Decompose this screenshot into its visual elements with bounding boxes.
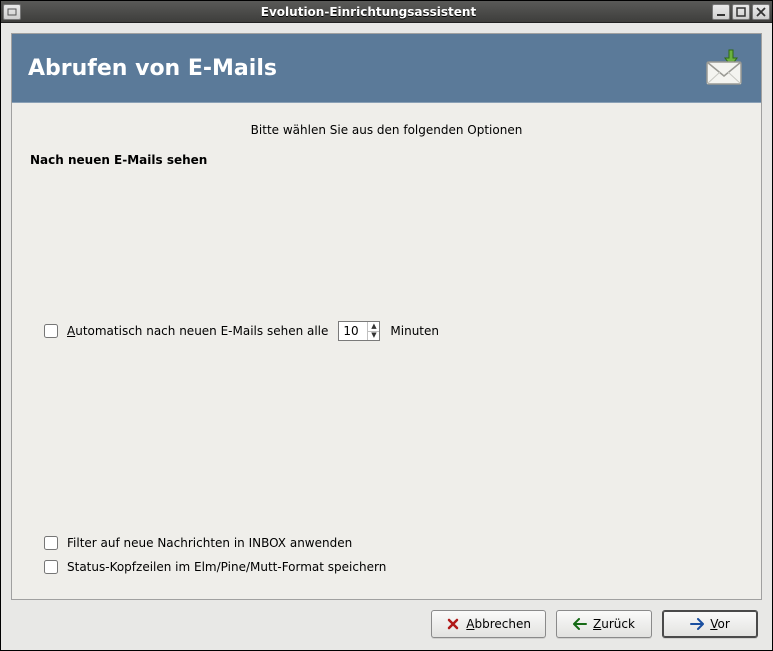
instruction-text: Bitte wählen Sie aus den folgenden Optio… xyxy=(30,123,743,137)
cancel-icon xyxy=(446,617,460,631)
auto-check-row: Automatisch nach neuen E-Mails sehen all… xyxy=(40,321,743,341)
cancel-button[interactable]: Abbrechen xyxy=(431,610,546,638)
status-check-row: Status-Kopfzeilen im Elm/Pine/Mutt-Forma… xyxy=(40,557,743,577)
wizard-panel: Abrufen von E-Mails Bitte wählen Sie aus… xyxy=(11,33,762,600)
filter-check-label[interactable]: Filter auf neue Nachrichten in INBOX anw… xyxy=(67,536,352,550)
titlebar: Evolution-Einrichtungsassistent xyxy=(1,1,772,23)
back-arrow-icon xyxy=(573,618,587,630)
back-button[interactable]: Zurück xyxy=(556,610,652,638)
filter-checkbox[interactable] xyxy=(44,536,58,550)
window: Evolution-Einrichtungsassistent Abrufen … xyxy=(0,0,773,651)
interval-unit: Minuten xyxy=(390,324,439,338)
maximize-button[interactable] xyxy=(732,4,750,20)
spin-buttons: ▲ ▼ xyxy=(367,322,379,340)
banner: Abrufen von E-Mails xyxy=(12,34,761,103)
system-menu-button[interactable] xyxy=(3,4,21,20)
section-title: Nach neuen E-Mails sehen xyxy=(30,153,743,167)
spin-down-button[interactable]: ▼ xyxy=(368,332,379,341)
bottom-options: Filter auf neue Nachrichten in INBOX anw… xyxy=(30,529,743,581)
minimize-button[interactable] xyxy=(712,4,730,20)
forward-button[interactable]: Vor xyxy=(662,610,758,638)
spin-up-button[interactable]: ▲ xyxy=(368,322,379,332)
client-area: Abrufen von E-Mails Bitte wählen Sie aus… xyxy=(1,23,772,650)
back-label-rest: urück xyxy=(601,617,635,631)
auto-check-label[interactable]: Automatisch nach neuen E-Mails sehen all… xyxy=(67,324,328,338)
interval-input[interactable] xyxy=(339,322,367,340)
auto-check-checkbox[interactable] xyxy=(44,324,58,338)
status-check-label[interactable]: Status-Kopfzeilen im Elm/Pine/Mutt-Forma… xyxy=(67,560,386,574)
mail-receive-icon xyxy=(703,48,745,88)
button-row: Abbrechen Zurück Vor xyxy=(11,600,762,640)
status-checkbox[interactable] xyxy=(44,560,58,574)
forward-arrow-icon xyxy=(690,618,704,630)
content-area: Bitte wählen Sie aus den folgenden Optio… xyxy=(12,103,761,599)
page-title: Abrufen von E-Mails xyxy=(28,56,277,81)
window-controls xyxy=(712,4,770,20)
cancel-label-rest: bbrechen xyxy=(475,617,531,631)
interval-spinbox: ▲ ▼ xyxy=(338,321,380,341)
window-title: Evolution-Einrichtungsassistent xyxy=(25,5,712,19)
auto-check-label-rest: utomatisch nach neuen E-Mails sehen alle xyxy=(75,324,328,338)
close-button[interactable] xyxy=(752,4,770,20)
forward-label-rest: or xyxy=(718,617,730,631)
filter-check-row: Filter auf neue Nachrichten in INBOX anw… xyxy=(40,533,743,553)
